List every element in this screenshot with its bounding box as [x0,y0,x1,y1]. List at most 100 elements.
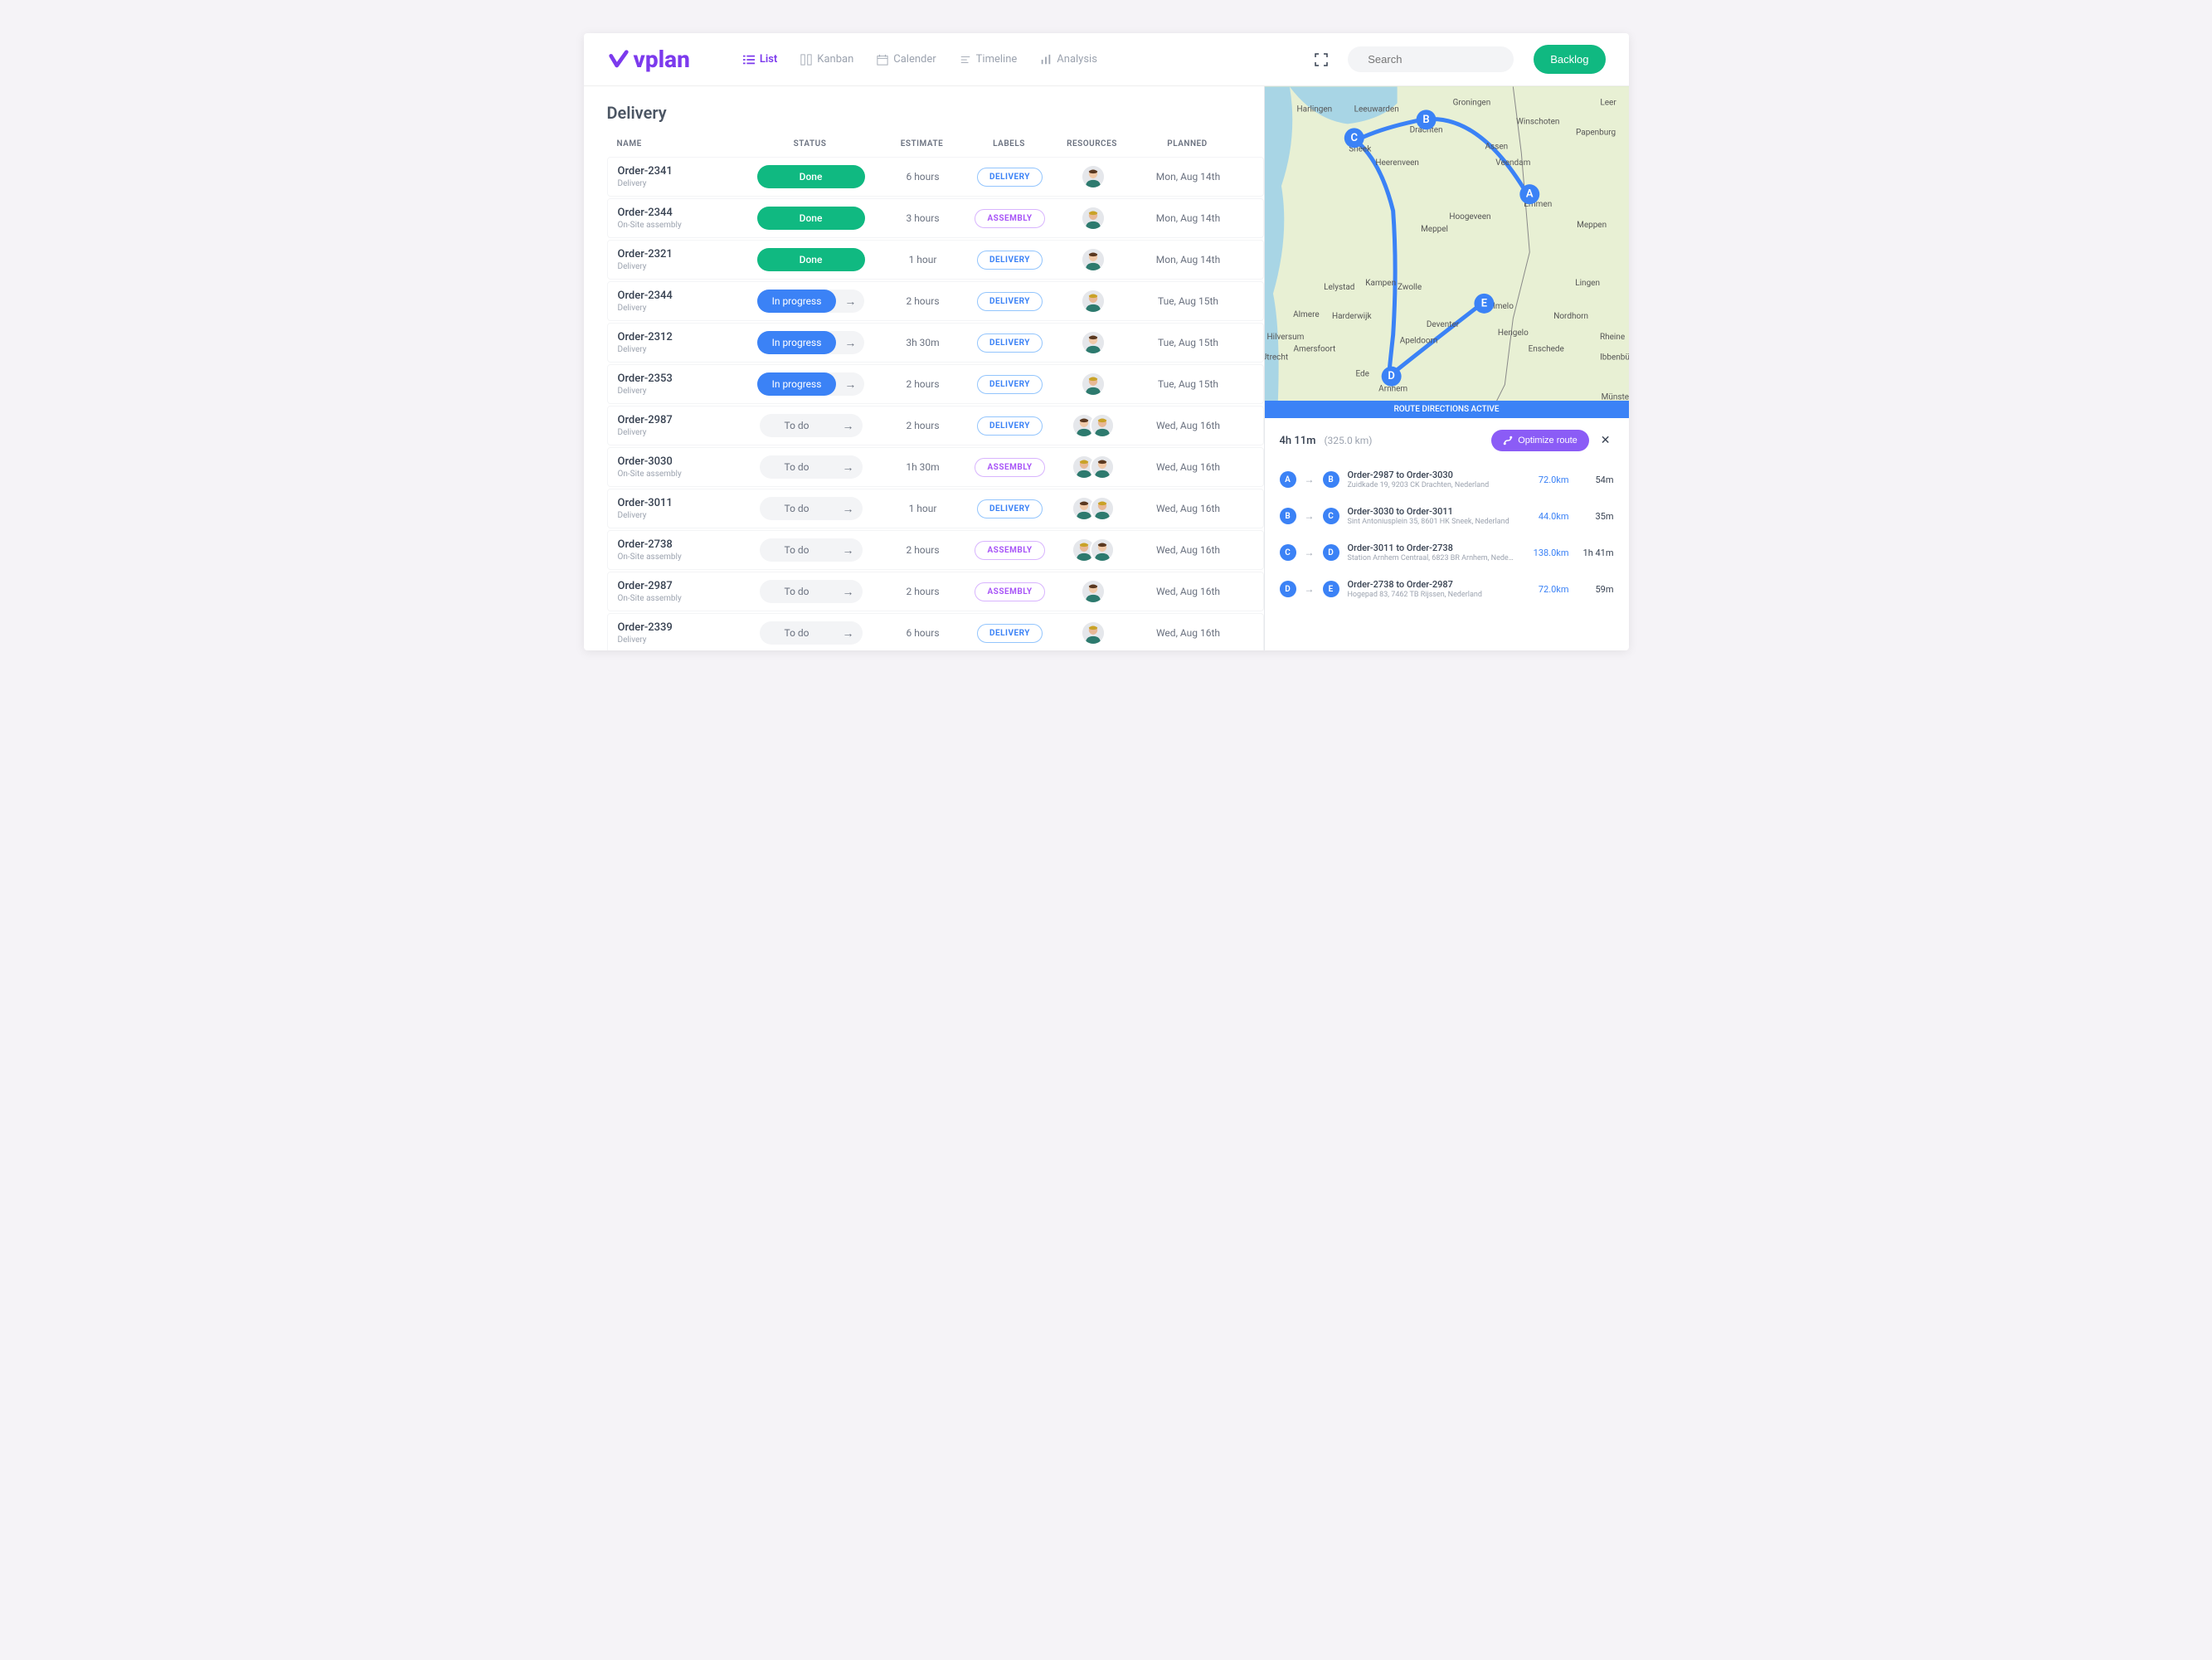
label-badge[interactable]: DELIVERY [977,251,1043,270]
table-row[interactable]: Order-2987 On-Site assembly To do→ 2 hou… [607,572,1264,611]
table-row[interactable]: Order-2339 Delivery To do→ 6 hours DELIV… [607,613,1264,650]
arrow-right-icon[interactable]: → [834,419,863,433]
arrow-right-icon[interactable]: → [834,543,863,557]
table-row[interactable]: Order-2321 Delivery Done 1 hour DELIVERY… [607,240,1264,280]
tab-list[interactable]: List [743,53,777,66]
order-name: Order-2987 [618,414,741,426]
resources-cell [1056,579,1130,604]
status-todo[interactable]: To do→ [760,621,863,645]
fullscreen-icon[interactable] [1315,53,1328,66]
arrow-right-icon[interactable]: → [834,502,863,516]
map-pin-c[interactable]: C [1344,128,1364,148]
table-rows[interactable]: Order-2341 Delivery Done 6 hours DELIVER… [607,157,1264,650]
avatar[interactable] [1081,579,1106,604]
map-pin-a[interactable]: A [1519,184,1539,204]
svg-text:D: D [1388,370,1394,382]
status-done[interactable]: Done [757,165,865,188]
label-badge[interactable]: DELIVERY [977,416,1043,436]
search-box[interactable] [1348,46,1514,72]
label-badge[interactable]: ASSEMBLY [975,458,1044,477]
order-list-panel: Delivery NAME STATUS ESTIMATE LABELS RES… [584,86,1264,650]
svg-text:E: E [1480,297,1486,309]
label-cell: DELIVERY [965,333,1056,353]
table-row[interactable]: Order-2987 Delivery To do→ 2 hours DELIV… [607,406,1264,445]
status-todo[interactable]: To do→ [760,497,863,520]
route-leg[interactable]: C → D Order-3011 to Order-2738 Station A… [1280,534,1614,571]
resources-cell [1056,621,1130,645]
resources-cell [1056,372,1130,397]
tab-timeline[interactable]: Timeline [960,53,1018,66]
arrow-right-icon: → [1305,474,1315,485]
status-todo[interactable]: To do→ [760,538,863,562]
map-pin-b[interactable]: B [1416,110,1436,129]
label-badge[interactable]: ASSEMBLY [975,582,1044,601]
backlog-button[interactable]: Backlog [1534,45,1605,74]
avatar[interactable] [1081,330,1106,355]
tab-kanban[interactable]: Kanban [800,53,853,66]
avatar[interactable] [1081,164,1106,189]
label-badge[interactable]: DELIVERY [977,333,1043,353]
arrow-right-icon[interactable]: → [834,585,863,599]
route-leg[interactable]: A → B Order-2987 to Order-3030 Zuidkade … [1280,461,1614,498]
label-badge[interactable]: DELIVERY [977,168,1043,187]
label-badge[interactable]: DELIVERY [977,624,1043,643]
optimize-route-button[interactable]: Optimize route [1491,430,1589,451]
tab-calendar[interactable]: Calender [877,53,936,66]
svg-text:B: B [1422,114,1429,126]
status-in-progress[interactable]: In progress→ [757,290,865,313]
arrow-right-icon[interactable]: → [834,626,863,640]
route-leg[interactable]: D → E Order-2738 to Order-2987 Hogepad 8… [1280,571,1614,607]
status-todo[interactable]: To do→ [760,455,863,479]
status-done[interactable]: Done [757,248,865,271]
leg-distance: 138.0km [1523,548,1569,558]
order-name: Order-2321 [618,248,741,260]
label-badge[interactable]: DELIVERY [977,499,1043,518]
status-cell: To do→ [741,497,882,520]
search-input[interactable] [1368,53,1514,66]
close-icon[interactable]: ✕ [1597,434,1614,447]
order-name: Order-2344 [618,207,741,219]
map-pin-d[interactable]: D [1381,367,1401,387]
avatar[interactable] [1081,621,1106,645]
avatar[interactable] [1081,372,1106,397]
table-row[interactable]: Order-3011 Delivery To do→ 1 hour DELIVE… [607,489,1264,528]
svg-text:Ede: Ede [1355,370,1369,379]
label-badge[interactable]: ASSEMBLY [975,209,1044,228]
label-badge[interactable]: ASSEMBLY [975,541,1044,560]
arrow-right-icon[interactable]: → [836,377,864,392]
table-row[interactable]: Order-2344 Delivery In progress→ 2 hours… [607,281,1264,321]
status-in-progress[interactable]: In progress→ [757,331,865,354]
arrow-right-icon[interactable]: → [834,460,863,475]
map-pin-e[interactable]: E [1474,294,1494,314]
order-name-cell: Order-2987 Delivery [608,414,741,437]
table-row[interactable]: Order-2353 Delivery In progress→ 2 hours… [607,364,1264,404]
status-todo[interactable]: To do→ [760,414,863,437]
label-badge[interactable]: DELIVERY [977,292,1043,311]
avatar[interactable] [1081,206,1106,231]
status-done[interactable]: Done [757,207,865,230]
avatar[interactable] [1090,455,1115,480]
arrow-right-icon[interactable]: → [836,336,864,350]
tab-analysis[interactable]: Analysis [1040,53,1097,66]
col-resources: RESOURCES [1055,139,1130,148]
avatar[interactable] [1090,413,1115,438]
status-todo[interactable]: To do→ [760,580,863,603]
avatar[interactable] [1081,289,1106,314]
leg-from-pin: C [1280,544,1296,561]
table-row[interactable]: Order-2341 Delivery Done 6 hours DELIVER… [607,157,1264,197]
avatar[interactable] [1090,538,1115,562]
arrow-right-icon[interactable]: → [836,295,864,309]
avatar[interactable] [1090,496,1115,521]
avatar[interactable] [1081,247,1106,272]
route-leg[interactable]: B → C Order-3030 to Order-3011 Sint Anto… [1280,498,1614,534]
svg-text:Assen: Assen [1485,142,1508,151]
label-badge[interactable]: DELIVERY [977,375,1043,394]
table-row[interactable]: Order-2738 On-Site assembly To do→ 2 hou… [607,530,1264,570]
table-row[interactable]: Order-2312 Delivery In progress→ 3h 30m … [607,323,1264,363]
map[interactable]: Harlingen Leeuwarden Groningen Drachten … [1265,86,1629,418]
status-cell: Done [741,207,882,230]
leg-from-pin: B [1280,508,1296,524]
table-row[interactable]: Order-2344 On-Site assembly Done 3 hours… [607,198,1264,238]
table-row[interactable]: Order-3030 On-Site assembly To do→ 1h 30… [607,447,1264,487]
status-in-progress[interactable]: In progress→ [757,372,865,396]
